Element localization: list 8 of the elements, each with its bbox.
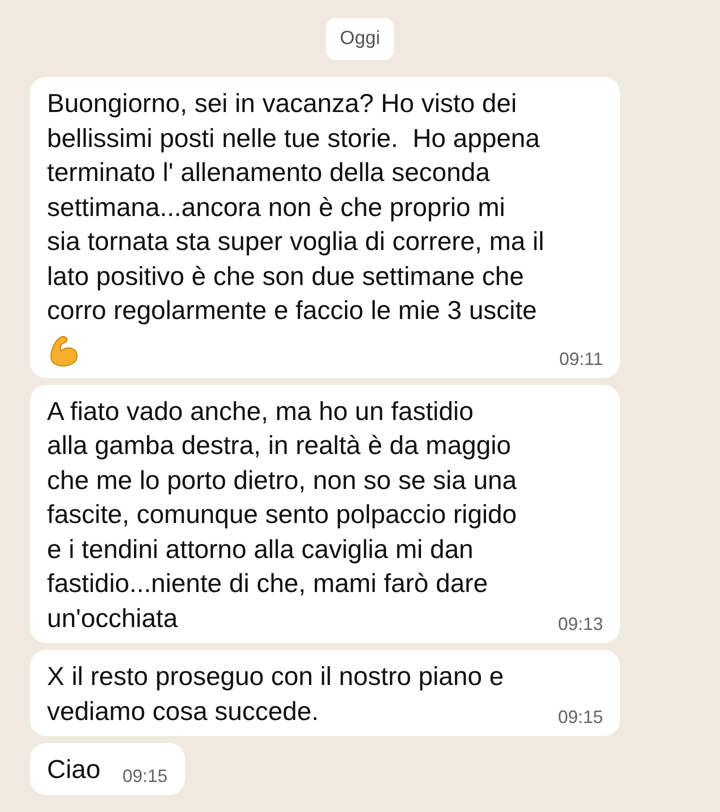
message-time: 09:13 bbox=[558, 613, 603, 635]
message-text: X il resto proseguo con il nostro piano e vediamo cosa succede. bbox=[47, 660, 504, 728]
message-time: 09:15 bbox=[558, 706, 603, 728]
message-time: 09:11 bbox=[559, 348, 603, 370]
message-time: 09:15 bbox=[122, 764, 168, 786]
message-text: Buongiorno, sei in vacanza? Ho visto dei bellissimi posti nelle tue storie. Ho appena terminato l' allenamento della seconda settimana...ancora non è che proprio mi sia tornata sta super voglia di correre, ma il lato positivo è che son due settimane che corro regolarmente e faccio le mie 3 uscite bbox=[47, 87, 544, 327]
message-text: Ciao bbox=[47, 753, 100, 786]
message-text: A fiato vado anche, ma ho un fastidio alla gamba destra, in realtà è da maggio che me lo porto dietro, non so se sia una fascite, comunque sento polpaccio rigido e i tendini attorno alla caviglia mi dan fastidio...niente di che, mami farò dare un'occhiata bbox=[47, 394, 517, 634]
